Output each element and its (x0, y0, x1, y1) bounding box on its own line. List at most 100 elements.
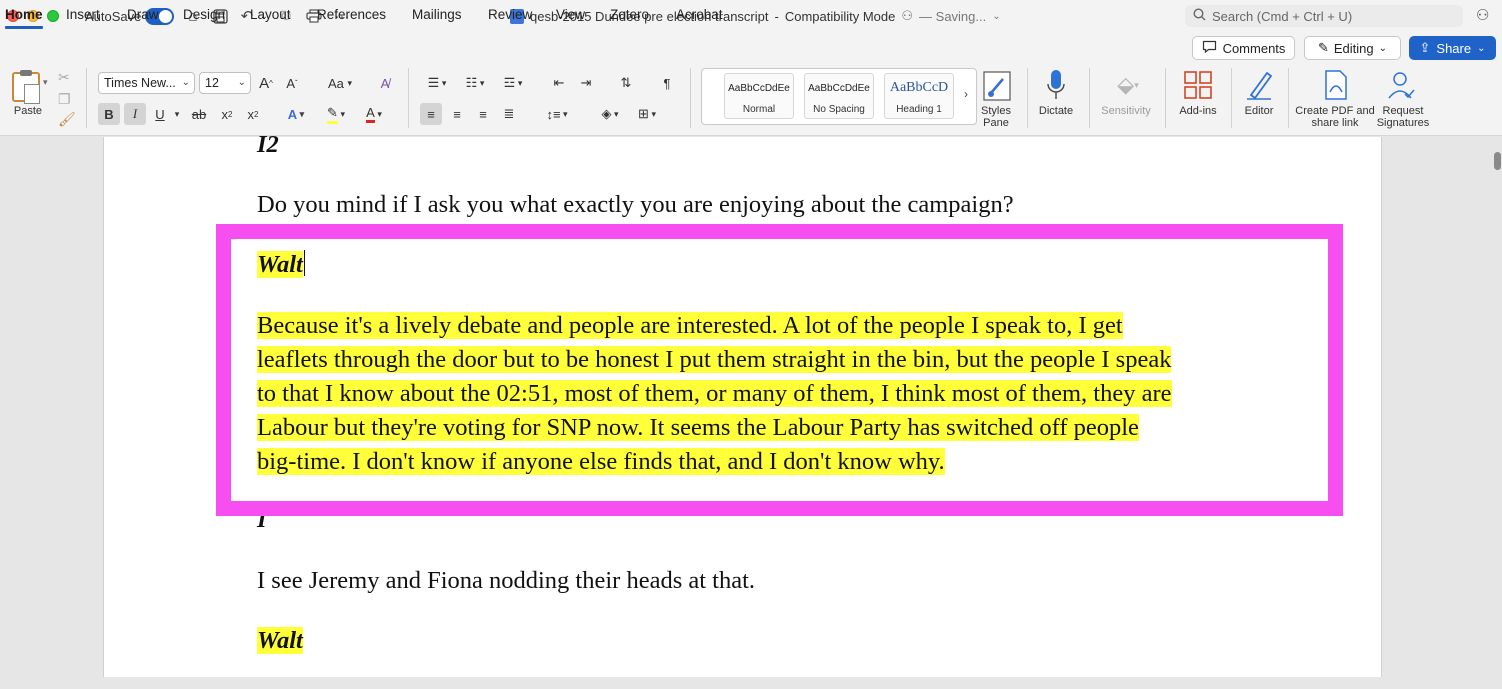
superscript-button[interactable]: x2 (244, 103, 262, 125)
ribbon-divider (86, 68, 87, 128)
bullets-icon[interactable]: ☰ ▾ (420, 72, 454, 94)
align-right-icon[interactable]: ≡ (472, 103, 494, 125)
style-heading-1[interactable]: AaBbCcD Heading 1 (884, 73, 954, 119)
style-no-spacing[interactable]: AaBbCcDdEe No Spacing (804, 73, 874, 119)
speaker-label-walt-2: Walt (257, 624, 303, 658)
strikethrough-button[interactable]: ab (189, 103, 209, 125)
clear-formatting-icon[interactable]: A̸ (375, 72, 395, 94)
highlight-color-icon[interactable]: ✎ ▾ (320, 103, 352, 125)
vertical-scrollbar-thumb[interactable] (1494, 152, 1501, 170)
tab-zotero[interactable]: Zotero (610, 7, 649, 22)
font-name-value: Times New... (104, 76, 176, 90)
underline-label: U (155, 106, 165, 122)
add-ins-icon[interactable] (1183, 69, 1213, 101)
create-pdf-icon[interactable] (1322, 69, 1350, 101)
ribbon-divider (1165, 68, 1166, 128)
statement-paragraph: I see Jeremy and Fiona nodding their hea… (257, 567, 756, 594)
justify-icon[interactable]: ≣ (498, 103, 520, 125)
paste-dropdown-icon[interactable]: ▾ (43, 77, 48, 88)
question-paragraph: Do you mind if I ask you what exactly yo… (257, 191, 1014, 218)
tab-review[interactable]: Review (488, 7, 532, 22)
add-ins-label: Add-ins (1179, 105, 1217, 117)
highlight-annotation-frame (216, 224, 1343, 516)
line-spacing-icon[interactable]: ↕≡ ▾ (540, 103, 574, 125)
editor-icon[interactable] (1244, 68, 1274, 102)
chevron-down-icon: ⌄ (181, 77, 190, 88)
sort-icon[interactable]: ⇅ (615, 72, 637, 94)
tab-insert[interactable]: Insert (66, 7, 100, 22)
tab-draw[interactable]: Draw (127, 7, 159, 22)
tab-references[interactable]: References (317, 7, 386, 22)
sensitivity-icon[interactable]: ⬙ ▾ (1108, 68, 1148, 102)
request-signatures-icon[interactable] (1386, 69, 1418, 101)
font-size-dropdown[interactable]: 12 ⌄ (199, 72, 251, 94)
share-button[interactable]: ⇪ Share ⌄ (1409, 36, 1496, 60)
underline-dropdown-icon[interactable]: ▾ (172, 103, 182, 125)
shading-icon[interactable]: ◈ ▾ (594, 103, 626, 125)
paste-label: Paste (13, 105, 43, 117)
ribbon-divider (1288, 68, 1289, 128)
chevron-down-icon: ⌄ (237, 77, 246, 88)
editor-label: Editor (1244, 105, 1274, 117)
strikethrough-label: ab (191, 106, 207, 122)
style-sample: AaBbCcD (889, 80, 949, 95)
title-chevron-icon[interactable]: ⌄ (992, 11, 1000, 22)
italic-label: I (132, 106, 138, 121)
tab-design[interactable]: Design (183, 7, 225, 22)
multilevel-list-icon[interactable]: ☲ ▾ (496, 72, 530, 94)
search-icon (1193, 8, 1206, 24)
styles-pane-label: Styles Pane (981, 105, 1011, 129)
dictate-label: Dictate (1038, 105, 1074, 117)
show-formatting-marks-icon[interactable]: ¶ (656, 72, 678, 94)
font-color-icon[interactable]: A ▾ (358, 103, 390, 125)
bold-button[interactable]: B (98, 103, 120, 125)
underline-button[interactable]: U (151, 103, 169, 125)
font-name-dropdown[interactable]: Times New... ⌄ (98, 72, 195, 94)
increase-indent-icon[interactable]: ⇥ (575, 72, 597, 94)
account-icon[interactable]: ⚇ (1476, 6, 1489, 24)
chevron-right-icon[interactable]: › (964, 87, 968, 101)
share-icon: ⇪ (1419, 40, 1431, 55)
grow-font-button[interactable]: A ^ (256, 72, 276, 94)
request-signatures-label: Request Signatures (1376, 105, 1430, 129)
microphone-icon[interactable] (1043, 68, 1069, 102)
align-left-icon[interactable]: ≡ (420, 103, 442, 125)
change-case-button[interactable]: Aa ▾ (322, 72, 358, 94)
style-normal[interactable]: AaBbCcDdEe Normal (724, 73, 794, 119)
tab-mailings[interactable]: Mailings (412, 7, 462, 22)
tab-home[interactable]: Home (5, 7, 43, 29)
zoom-window-button[interactable] (47, 10, 59, 22)
decrease-indent-icon[interactable]: ⇤ (548, 72, 570, 94)
search-box[interactable]: Search (Cmd + Ctrl + U) (1185, 5, 1463, 27)
grow-font-label: A (259, 74, 270, 92)
text-effects-icon[interactable]: A ▾ (281, 103, 311, 125)
editing-mode-button[interactable]: ✎ Editing ⌄ (1304, 36, 1401, 60)
ribbon-divider (1089, 68, 1090, 128)
shrink-font-button[interactable]: Aˇ (283, 72, 301, 94)
cut-icon[interactable]: ✂ (58, 69, 70, 86)
sensitivity-label: Sensitivity (1101, 105, 1151, 117)
comments-button[interactable]: Comments (1192, 36, 1295, 60)
paste-icon[interactable] (12, 70, 40, 104)
comment-icon (1202, 40, 1217, 56)
italic-button[interactable]: I (124, 103, 146, 125)
tab-view[interactable]: View (556, 7, 585, 22)
chevron-down-icon: ⌄ (1378, 42, 1388, 54)
pencil-icon: ✎ (1317, 40, 1329, 55)
share-chevron-icon: ⌄ (1477, 42, 1486, 54)
align-center-icon[interactable]: ≡ (446, 103, 468, 125)
subscript-button[interactable]: x2 (218, 103, 236, 125)
tab-acrobat[interactable]: Acrobat (676, 7, 723, 22)
copy-icon[interactable]: ❐ (58, 91, 71, 108)
ribbon-divider (1231, 68, 1232, 128)
borders-icon[interactable]: ⊞ ▾ (630, 103, 664, 125)
ribbon-divider (690, 68, 691, 128)
format-painter-icon[interactable]: 🖌 (58, 111, 76, 128)
styles-pane-icon[interactable] (982, 70, 1012, 102)
editing-label: Editing (1333, 40, 1374, 56)
numbering-icon[interactable]: ☷ ▾ (458, 72, 492, 94)
speaker-walt-text: Walt (257, 627, 303, 654)
speaker-label-i2: I2 (257, 131, 279, 158)
bold-label: B (104, 106, 114, 122)
tab-layout[interactable]: Layout (250, 7, 291, 22)
